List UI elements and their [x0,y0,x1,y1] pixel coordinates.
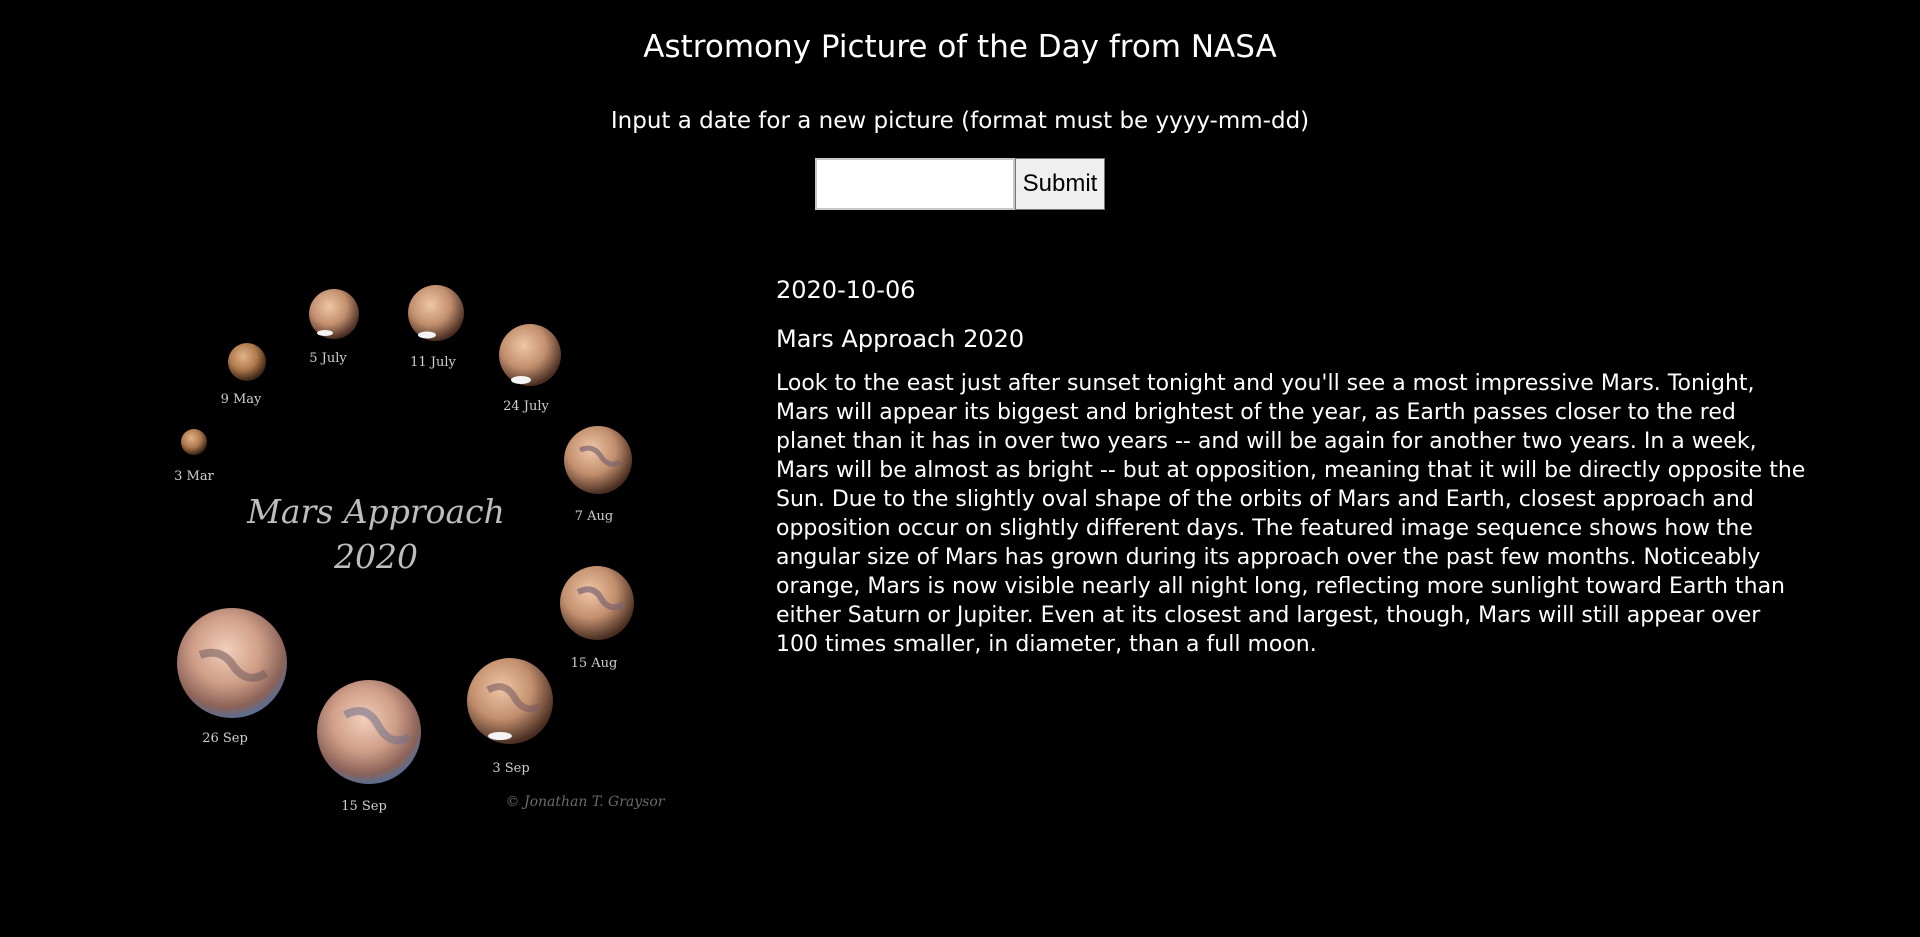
submit-button[interactable]: Submit [1015,158,1105,210]
image-heading-line-2: 2020 [333,537,418,576]
apod-date: 2020-10-06 [776,276,916,304]
planet-label: 15 Sep [341,799,387,814]
date-input[interactable] [815,158,1015,210]
apod-title: Mars Approach 2020 [776,325,1025,353]
image-heading-line-1: Mars Approach [246,492,505,531]
mars-disc-7-aug [564,426,632,494]
image-credit: © Jonathan T. Graysor [506,794,666,810]
apod-info: 2020-10-06 Mars Approach 2020 Look to th… [776,272,1806,659]
planet-label: 15 Aug [571,656,618,671]
date-form: Submit [815,158,1105,210]
mars-disc-26-sep [177,608,287,718]
planet-label: 5 July [309,351,347,366]
date-instructions: Input a date for a new picture (format m… [610,108,1310,134]
page-title: Astromony Picture of the Day from NASA [643,29,1277,65]
planet-label: 11 July [410,355,456,370]
mars-disc-15-aug [560,566,634,640]
planet-label: 3 Sep [492,761,529,776]
mars-disc-3-sep [467,658,553,744]
apod-image: 3 Mar 9 May 5 July 11 July 24 July 7 Aug… [160,270,680,830]
planet-label: 9 May [221,392,262,407]
mars-disc-24-july [499,324,561,386]
apod-explanation: Look to the east just after sunset tonig… [776,371,1806,657]
planet-label: 24 July [503,399,549,414]
mars-disc-3-mar [181,429,207,455]
mars-disc-5-july [309,289,359,339]
planet-label: 7 Aug [575,509,614,524]
mars-disc-11-july [408,285,464,341]
mars-disc-9-may [228,343,266,381]
mars-disc-15-sep [317,680,421,784]
planet-label: 3 Mar [174,469,214,484]
planet-label: 26 Sep [202,731,248,746]
page: Astromony Picture of the Day from NASA I… [0,0,1920,937]
